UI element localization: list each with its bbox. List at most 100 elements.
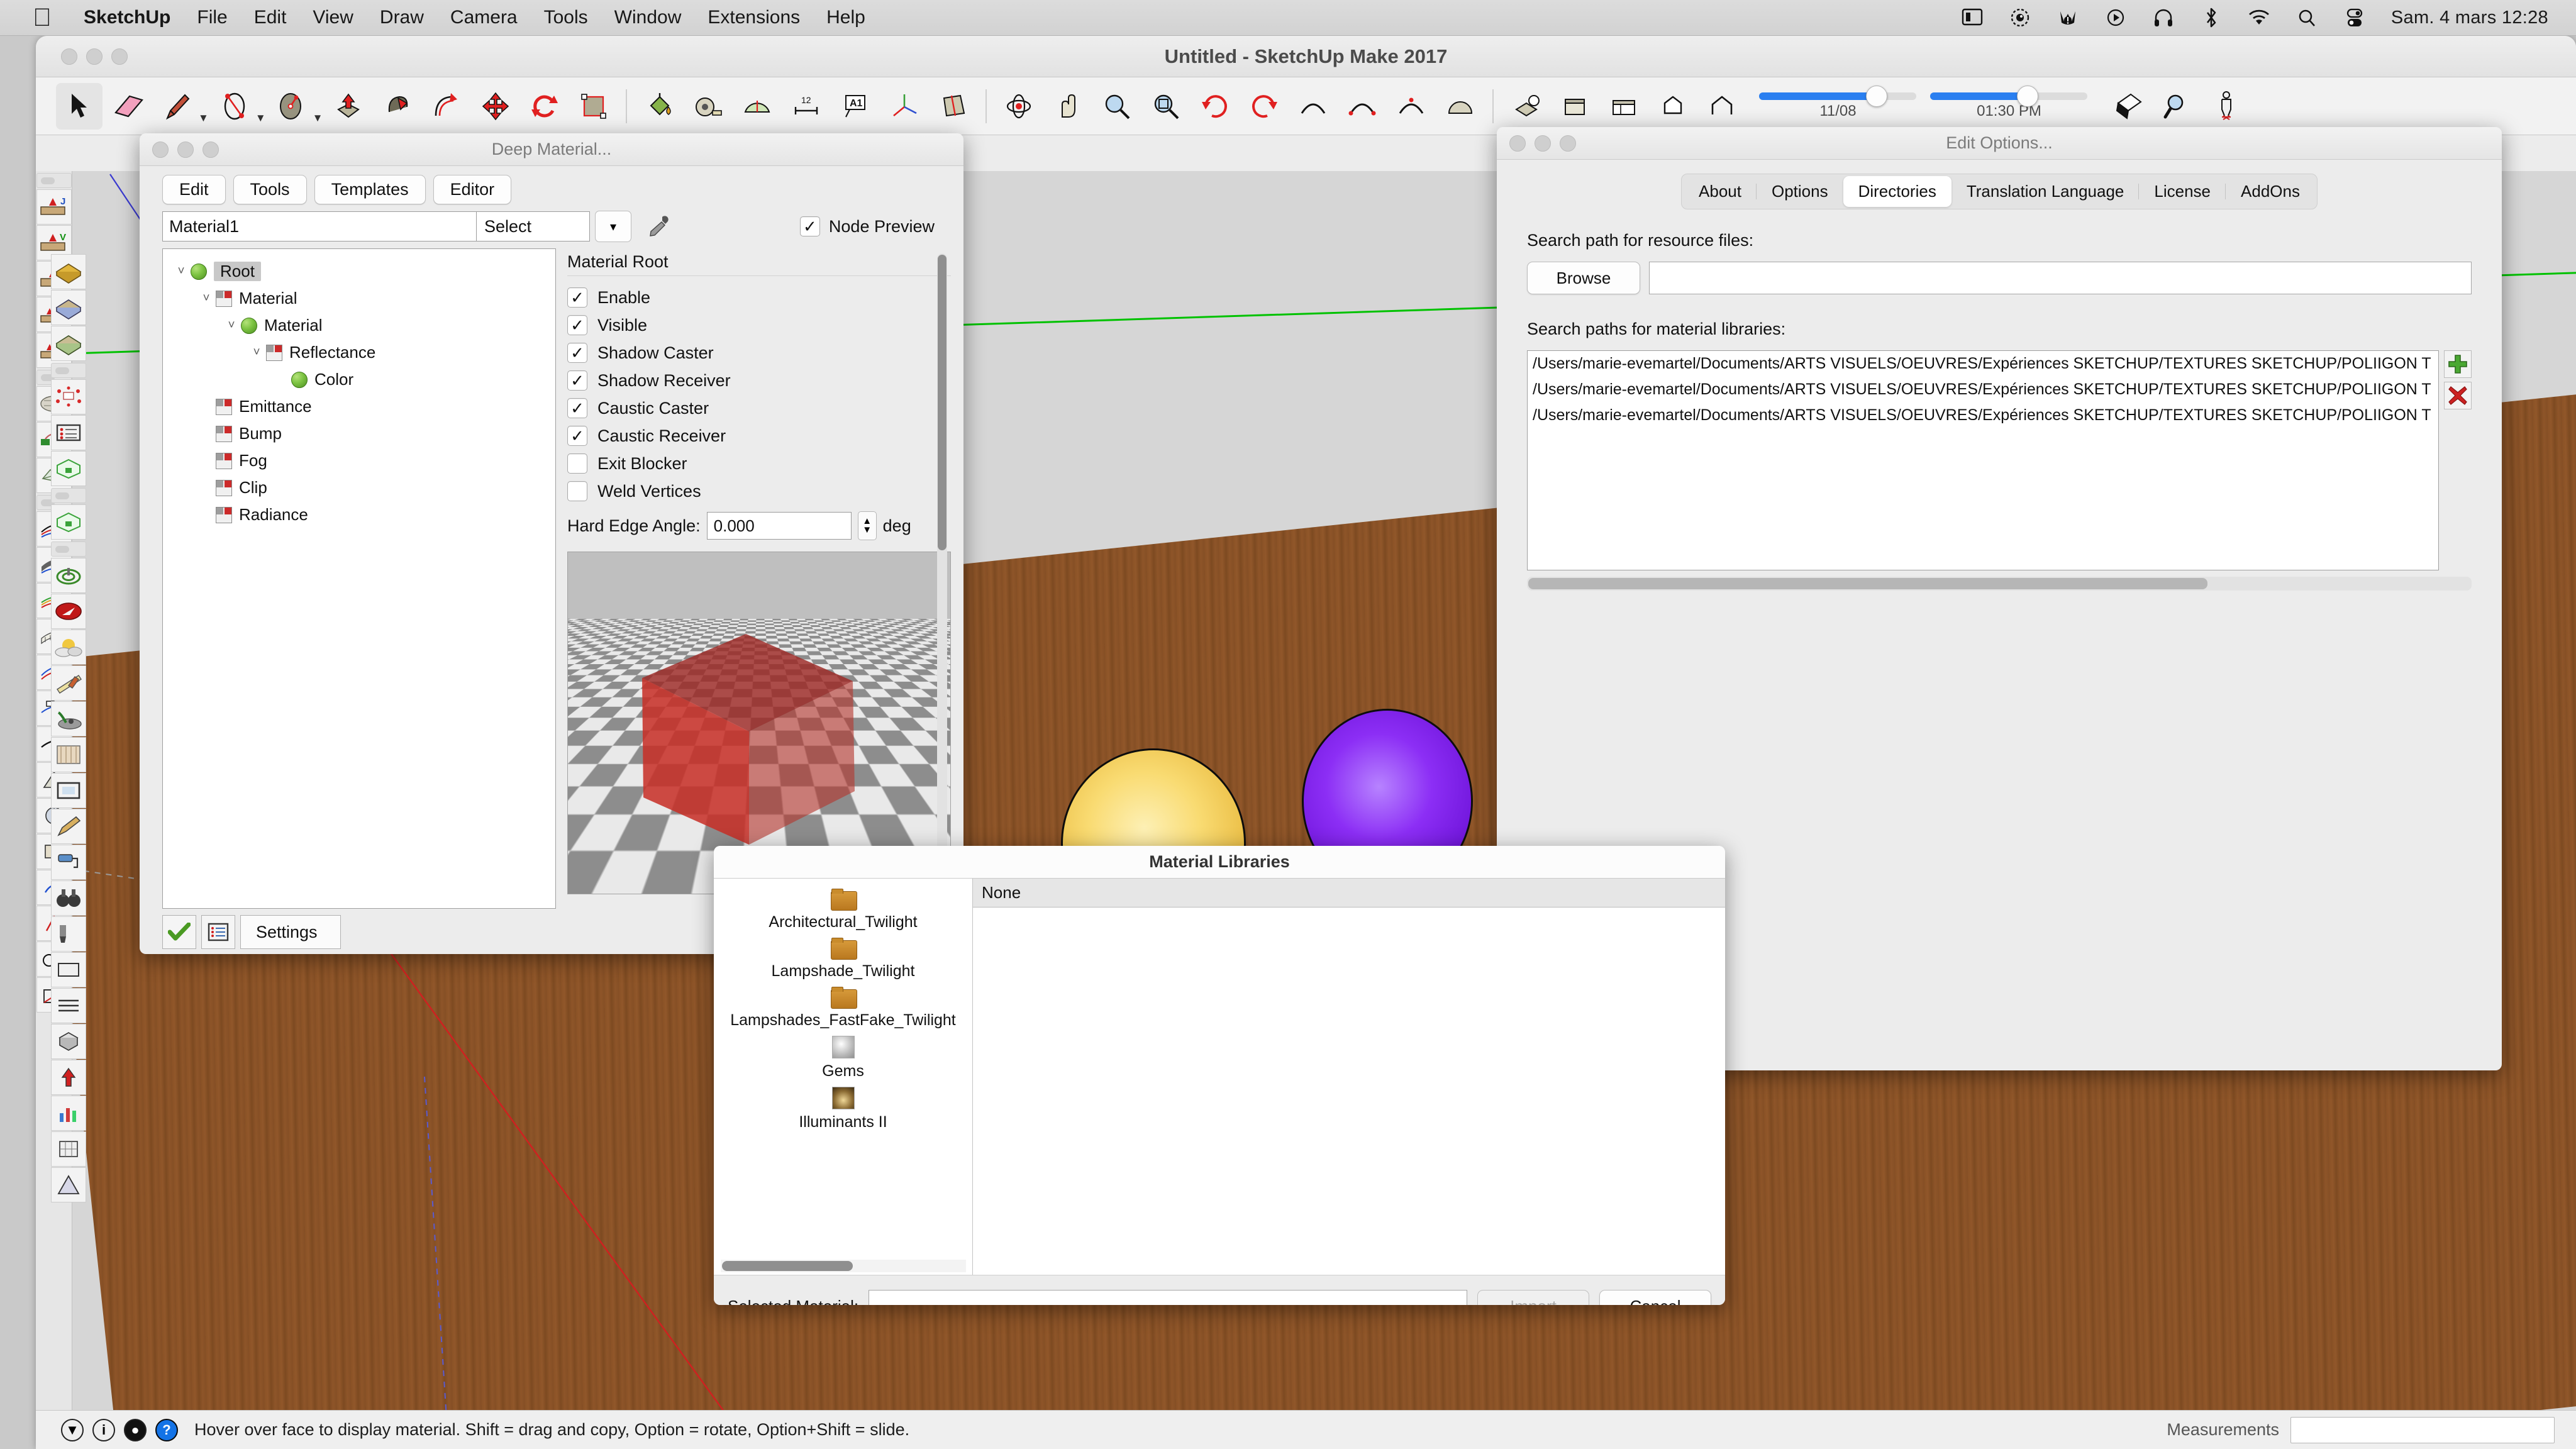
two-point-arc-icon[interactable] <box>1339 83 1385 130</box>
browse-button[interactable]: Browse <box>1527 262 1640 294</box>
pencil-ruler-icon[interactable] <box>51 665 86 701</box>
twilight-material-blue-icon[interactable] <box>51 290 86 325</box>
twilight-model-green-2-icon[interactable] <box>51 504 86 540</box>
previous-view-icon[interactable] <box>1192 83 1238 130</box>
arc-tool-icon[interactable] <box>1290 83 1336 130</box>
wifi-icon[interactable] <box>2248 6 2270 29</box>
menu-file[interactable]: File <box>184 7 240 28</box>
node-preview-row[interactable]: ✓ Node Preview <box>799 216 951 236</box>
deep-material-maximize-button[interactable] <box>203 141 219 158</box>
eyedropper-icon[interactable] <box>641 211 675 242</box>
paint-bucket-icon[interactable] <box>636 83 682 130</box>
sun-cloud-icon[interactable] <box>51 630 86 665</box>
measurements-input[interactable] <box>2290 1416 2555 1443</box>
menu-help[interactable]: Help <box>813 7 879 28</box>
rotate-icon[interactable] <box>521 83 568 130</box>
offset-icon[interactable] <box>423 83 470 130</box>
edit-options-minimize-button[interactable] <box>1535 135 1551 152</box>
material-name-input[interactable]: Material1 <box>162 211 477 242</box>
material-list-panel[interactable]: None <box>973 879 1725 1275</box>
shadow-time-slider[interactable]: 01:30 PM <box>1930 85 2088 120</box>
shadow-settings-icon[interactable] <box>2105 83 2151 130</box>
material-node-tree[interactable]: ˅ Root ˅ Material ˅ Material ˅ Reflectan… <box>162 248 556 909</box>
x-remove-icon[interactable] <box>2444 382 2472 409</box>
shadow-receiver-checkbox[interactable]: ✓ <box>567 370 587 391</box>
option-caustic-caster[interactable]: ✓ Caustic Caster <box>567 394 951 422</box>
tree-node-clip[interactable]: Clip <box>163 474 555 501</box>
apple-menu-icon[interactable]:  <box>33 5 52 30</box>
rail2-grip-2[interactable] <box>51 488 86 503</box>
chart-tool-icon[interactable] <box>51 1096 86 1131</box>
lines-tool-icon[interactable] <box>51 988 86 1023</box>
date-slider-track[interactable] <box>1759 85 1917 107</box>
protractor-icon[interactable] <box>734 83 780 130</box>
line-pencil-icon[interactable] <box>154 83 201 130</box>
zoom-window-icon[interactable] <box>2154 83 2201 130</box>
menu-window[interactable]: Window <box>601 7 695 28</box>
menu-sketchup[interactable]: SketchUp <box>70 7 184 28</box>
maximize-window-button[interactable] <box>111 48 128 65</box>
shadow-caster-checkbox[interactable]: ✓ <box>567 343 587 363</box>
selected-material-input[interactable] <box>869 1289 1467 1305</box>
move-icon[interactable] <box>472 83 519 130</box>
resource-path-input[interactable] <box>1649 262 2472 294</box>
option-visible[interactable]: ✓ Visible <box>567 311 951 339</box>
compass-red-icon[interactable] <box>51 594 86 629</box>
curtain-icon[interactable] <box>51 737 86 772</box>
tab-templates[interactable]: Templates <box>314 175 426 204</box>
arrow-up-red-icon[interactable] <box>51 1060 86 1095</box>
option-enable[interactable]: ✓ Enable <box>567 284 951 311</box>
node-preview-checkbox[interactable]: ✓ <box>799 216 820 236</box>
zoom-extents-icon[interactable] <box>1143 83 1189 130</box>
import-button[interactable]: Import <box>1477 1289 1589 1305</box>
zoom-icon[interactable] <box>1094 83 1140 130</box>
rect-tool-icon[interactable] <box>51 952 86 987</box>
axes-icon[interactable] <box>881 83 928 130</box>
tab-license[interactable]: License <box>2139 176 2226 207</box>
twilight-material-gold-icon[interactable] <box>51 254 86 289</box>
menu-camera[interactable]: Camera <box>437 7 531 28</box>
outliner-icon[interactable] <box>1650 83 1696 130</box>
time-slider-track[interactable] <box>1930 85 2088 107</box>
folder-list-hscrollbar[interactable] <box>720 1260 966 1272</box>
twisty-icon-3[interactable]: ˅ <box>222 319 241 333</box>
orbit-icon[interactable] <box>996 83 1042 130</box>
sandbox-from-contours-icon[interactable]: J <box>36 189 72 225</box>
three-point-arc-icon[interactable] <box>1388 83 1435 130</box>
record-icon[interactable] <box>2104 6 2127 29</box>
spotlight-search-icon[interactable] <box>2296 6 2318 29</box>
exit-blocker-checkbox[interactable] <box>567 453 587 474</box>
next-view-icon[interactable] <box>1241 83 1287 130</box>
list-item[interactable]: Illuminants II <box>714 1087 972 1131</box>
chevron-down-icon-select[interactable]: ▾ <box>595 211 631 242</box>
list-item[interactable]: Lampshade_Twilight <box>714 938 972 980</box>
shape-tool-icon[interactable] <box>51 1167 86 1202</box>
tab-about[interactable]: About <box>1684 176 1757 207</box>
circle-arc-icon[interactable] <box>269 83 315 130</box>
cancel-button[interactable]: Cancel <box>1599 1289 1711 1305</box>
tab-edit[interactable]: Edit <box>162 175 226 204</box>
library-folder-list[interactable]: Architectural_Twilight Lampshade_Twiligh… <box>714 879 973 1275</box>
arrow-down-circle-icon[interactable]: ▼ <box>61 1418 84 1441</box>
pie-icon[interactable] <box>1437 83 1484 130</box>
tab-translation-language[interactable]: Translation Language <box>1951 176 2140 207</box>
list-item[interactable]: Gems <box>714 1036 972 1080</box>
brush-icon[interactable] <box>51 916 86 952</box>
freehand-shape-icon[interactable] <box>211 83 258 130</box>
plus-icon[interactable] <box>2444 350 2472 378</box>
caustic-caster-checkbox[interactable]: ✓ <box>567 398 587 418</box>
pushpull-icon[interactable] <box>325 83 372 130</box>
help-circle-icon[interactable]: ? <box>155 1418 178 1441</box>
target-green-icon[interactable] <box>51 558 86 593</box>
menu-edit[interactable]: Edit <box>241 7 300 28</box>
option-shadow-caster[interactable]: ✓ Shadow Caster <box>567 339 951 367</box>
minimize-window-button[interactable] <box>86 48 103 65</box>
tree-node-emittance[interactable]: Emittance <box>163 393 555 420</box>
tree-node-reflectance[interactable]: ˅ Reflectance <box>163 339 555 366</box>
enable-checkbox[interactable]: ✓ <box>567 287 587 308</box>
rail2-grip-3[interactable] <box>51 541 86 557</box>
malwarebytes-icon[interactable] <box>2057 6 2079 29</box>
tree-node-material-group[interactable]: ˅ Material <box>163 285 555 312</box>
tree-node-bump[interactable]: Bump <box>163 420 555 447</box>
dropbox-icon[interactable] <box>2009 6 2031 29</box>
